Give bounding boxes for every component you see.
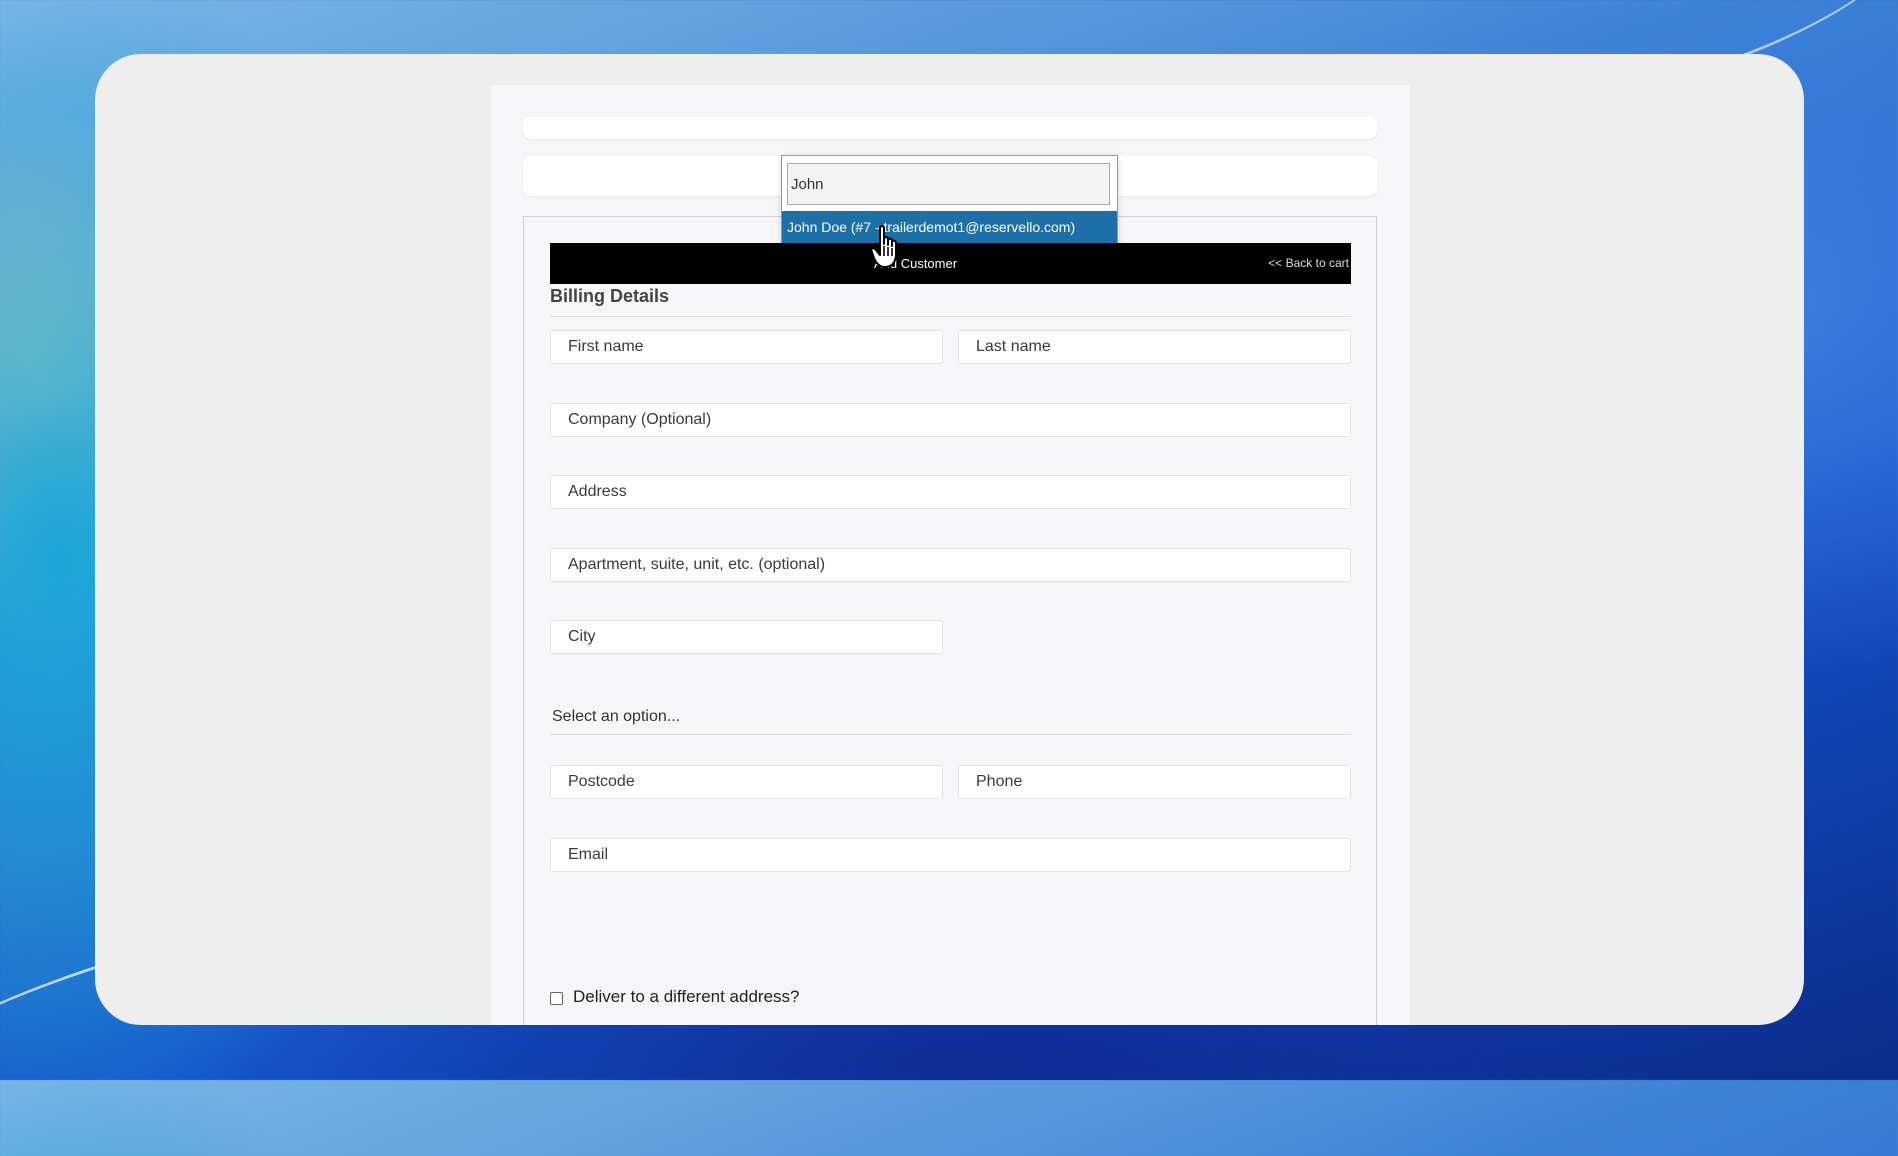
first-name-field[interactable] xyxy=(550,330,943,364)
apartment-input[interactable] xyxy=(551,549,1350,581)
postcode-input[interactable] xyxy=(551,766,942,798)
postcode-field[interactable] xyxy=(550,765,943,799)
billing-details-title: Billing Details xyxy=(550,286,670,306)
last-name-input[interactable] xyxy=(959,331,1350,363)
back-to-cart-link[interactable]: << Back to cart xyxy=(1268,243,1349,284)
city-input[interactable] xyxy=(551,621,942,653)
deliver-different-address-row[interactable]: Deliver to a different address? xyxy=(550,987,799,1007)
company-field[interactable] xyxy=(550,403,1351,437)
customer-search-input[interactable] xyxy=(788,164,1109,204)
address-field[interactable] xyxy=(550,475,1351,509)
company-input[interactable] xyxy=(551,404,1350,436)
customer-search-box[interactable] xyxy=(787,163,1110,205)
checkout-panel: Add Customer << Back to cart Billing Det… xyxy=(523,216,1377,1025)
top-bar xyxy=(523,117,1377,139)
email-field[interactable] xyxy=(550,838,1351,872)
deliver-different-address-checkbox[interactable] xyxy=(550,991,563,1005)
phone-field[interactable] xyxy=(958,765,1351,799)
email-input[interactable] xyxy=(551,839,1350,871)
apartment-field[interactable] xyxy=(550,548,1351,582)
customer-toolbar: Add Customer << Back to cart xyxy=(550,243,1351,284)
state-select[interactable]: Select an option... xyxy=(550,701,1351,735)
last-name-field[interactable] xyxy=(958,330,1351,364)
first-name-input[interactable] xyxy=(551,331,942,363)
divider xyxy=(550,316,1351,317)
add-customer-button[interactable]: Add Customer xyxy=(550,243,1351,284)
customer-search-result[interactable]: John Doe (#7 - trailerdemot1@reservello.… xyxy=(782,211,1117,243)
city-field[interactable] xyxy=(550,620,943,654)
customer-search-dropdown: John Doe (#7 - trailerdemot1@reservello.… xyxy=(781,155,1118,243)
address-input[interactable] xyxy=(551,476,1350,508)
hand-pointer-icon xyxy=(870,224,911,272)
deliver-different-address-label: Deliver to a different address? xyxy=(573,987,800,1006)
phone-input[interactable] xyxy=(959,766,1350,798)
